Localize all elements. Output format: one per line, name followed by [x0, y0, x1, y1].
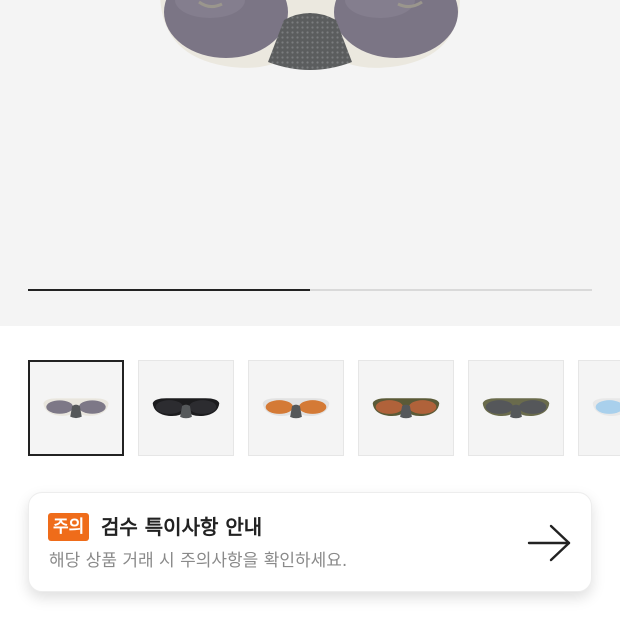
- sunglasses-icon: [372, 398, 440, 419]
- thumbnail-strip[interactable]: [28, 360, 620, 458]
- caution-badge: 주의: [48, 513, 90, 541]
- sunglasses-icon: [482, 398, 550, 419]
- notice-subtitle: 해당 상품 거래 시 주의사항을 확인하세요.: [49, 551, 348, 571]
- product-image-gallery[interactable]: [0, 0, 620, 326]
- gallery-progress-track: [28, 289, 592, 291]
- gallery-progress-fill: [28, 289, 310, 291]
- sunglasses-icon: [592, 398, 620, 416]
- thumb-sunglasses-black[interactable]: [138, 360, 234, 456]
- thumb-sunglasses-olive-bronze[interactable]: [358, 360, 454, 456]
- sunglasses-icon: [43, 398, 109, 419]
- sunglasses-icon: [152, 398, 220, 419]
- thumb-sunglasses-white-grey[interactable]: [28, 360, 124, 456]
- thumb-sunglasses-ice-blue[interactable]: [578, 360, 620, 456]
- thumb-sunglasses-olive-grey[interactable]: [468, 360, 564, 456]
- notice-title: 검수 특이사항 안내: [101, 515, 263, 539]
- thumb-sunglasses-orange[interactable]: [248, 360, 344, 456]
- inspection-notice-card[interactable]: 주의 검수 특이사항 안내 해당 상품 거래 시 주의사항을 확인하세요.: [28, 492, 592, 592]
- product-main-image: [160, 0, 460, 70]
- arrow-right-icon[interactable]: [527, 523, 573, 563]
- sunglasses-icon: [262, 398, 330, 419]
